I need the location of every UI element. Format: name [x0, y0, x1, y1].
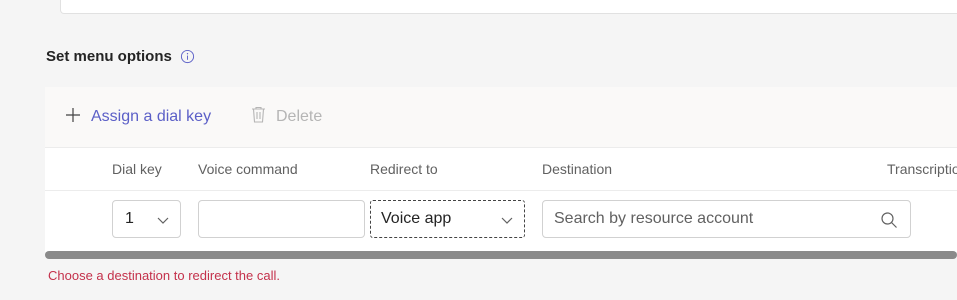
table-row: 1 Voice app Search by resource account: [45, 191, 957, 251]
delete-button[interactable]: Delete: [251, 87, 322, 147]
table-header: Dial key Voice command Redirect to Desti…: [45, 148, 957, 191]
destination-search-input[interactable]: Search by resource account: [542, 200, 911, 238]
horizontal-scrollbar[interactable]: [45, 251, 957, 259]
header-voice-command: Voice command: [198, 161, 298, 177]
section-title-label: Set menu options: [46, 48, 172, 65]
error-message: Choose a destination to redirect the cal…: [48, 268, 280, 283]
dial-key-value: 1: [125, 210, 134, 227]
search-icon[interactable]: [880, 211, 898, 229]
destination-placeholder: Search by resource account: [554, 210, 754, 227]
section-title: Set menu options: [46, 48, 195, 65]
plus-icon: [65, 107, 81, 128]
chevron-down-icon: [156, 213, 170, 227]
redirect-to-dropdown[interactable]: Voice app: [370, 200, 525, 238]
assign-dial-key-button[interactable]: Assign a dial key: [65, 87, 211, 147]
delete-label: Delete: [276, 108, 323, 125]
trash-icon: [251, 106, 266, 128]
header-destination: Destination: [542, 161, 613, 177]
dial-key-dropdown[interactable]: 1: [112, 200, 181, 238]
chevron-down-icon: [500, 213, 514, 227]
header-dial-key: Dial key: [112, 161, 162, 177]
assign-dial-key-label: Assign a dial key: [91, 108, 212, 125]
header-transcription: Transcriptio: [887, 161, 957, 177]
previous-section-card: [60, 0, 957, 14]
redirect-to-value: Voice app: [381, 210, 452, 227]
header-redirect-to: Redirect to: [370, 161, 438, 177]
voice-command-input[interactable]: [198, 200, 365, 238]
menu-options-panel: Assign a dial key Delete Dial key Voice …: [45, 87, 957, 252]
info-icon[interactable]: [180, 49, 195, 64]
toolbar: Assign a dial key Delete: [45, 87, 957, 148]
